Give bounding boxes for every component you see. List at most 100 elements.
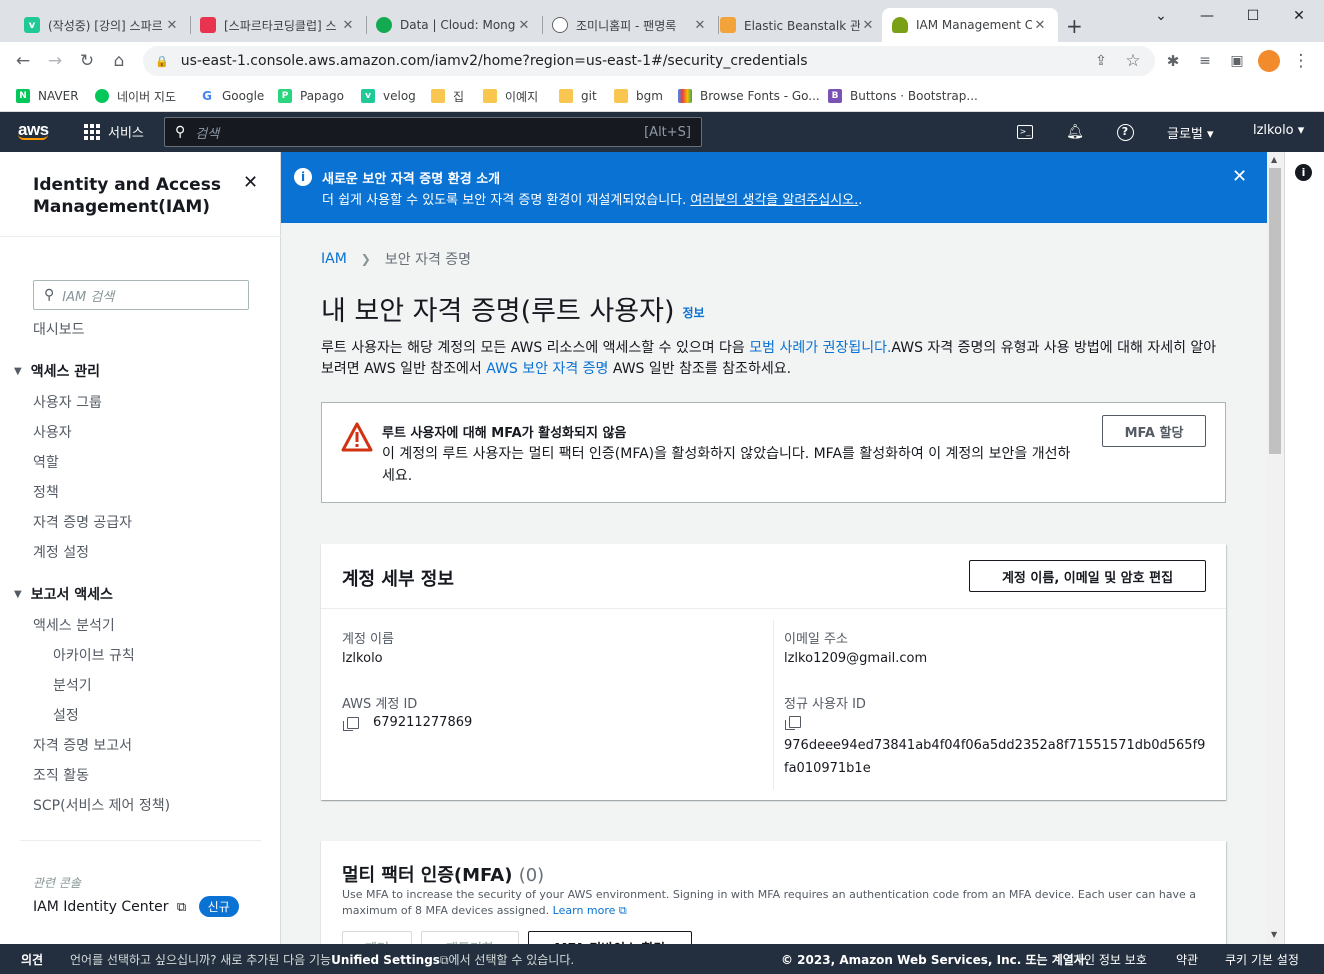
- services-menu-button[interactable]: 서비스: [84, 122, 144, 141]
- region-selector[interactable]: 글로벌 ▾: [1167, 123, 1214, 142]
- cookie-preferences-link[interactable]: 쿠키 기본 설정: [1225, 951, 1299, 968]
- copy-icon[interactable]: [343, 716, 359, 731]
- sidebar-item-user-groups[interactable]: 사용자 그룹: [33, 392, 102, 412]
- bookmark-papago[interactable]: P Papago: [278, 86, 344, 106]
- feedback-link[interactable]: 여러분의 생각을 알려주십시오.: [690, 193, 858, 208]
- security-credentials-link[interactable]: AWS 보안 자격 증명: [486, 361, 608, 377]
- sidebar-item-identity-center[interactable]: IAM Identity Center ⧉ 신규: [33, 896, 239, 917]
- home-icon[interactable]: ⌂: [107, 49, 131, 73]
- sidebar-item-roles[interactable]: 역할: [33, 452, 59, 472]
- dismiss-flash-icon[interactable]: ✕: [1232, 166, 1247, 187]
- forward-icon[interactable]: →: [43, 49, 67, 73]
- media-icon[interactable]: ≡: [1193, 49, 1217, 73]
- side-panel-icon[interactable]: ▣: [1225, 49, 1249, 73]
- help-icon[interactable]: ?: [1115, 122, 1135, 142]
- unified-settings-link[interactable]: Unified Settings: [331, 953, 440, 967]
- bookmark-folder[interactable]: git: [559, 86, 597, 106]
- scroll-up-icon[interactable]: ▲: [1271, 155, 1277, 164]
- edit-account-button[interactable]: 계정 이름, 이메일 및 암호 편집: [969, 560, 1206, 592]
- bookmark-velog[interactable]: v velog: [361, 86, 416, 106]
- info-link[interactable]: 정보: [682, 306, 704, 320]
- best-practices-link[interactable]: 모범 사례가 권장됩니다.: [749, 340, 891, 356]
- info-panel-icon[interactable]: i: [1295, 164, 1312, 181]
- reload-icon[interactable]: ↻: [75, 49, 99, 73]
- search-icon: ⚲: [44, 287, 55, 303]
- browser-tab[interactable]: v (작성중) [강의] 스파르 ✕: [14, 8, 190, 42]
- sidebar-title[interactable]: Identity and Access Management(IAM): [33, 174, 233, 218]
- minimize-icon[interactable]: —: [1184, 0, 1230, 32]
- close-tab-icon[interactable]: ✕: [1032, 18, 1048, 33]
- remove-mfa-button[interactable]: 제거: [342, 931, 412, 944]
- sidebar-item-users[interactable]: 사용자: [33, 422, 72, 442]
- sidebar-section-access-management[interactable]: ▼ 액세스 관리: [14, 361, 100, 381]
- iam-search-input[interactable]: ⚲ IAM 검색: [33, 280, 249, 310]
- extensions-icon[interactable]: ✱: [1161, 49, 1185, 73]
- email-value: lzlko1209@gmail.com: [784, 651, 928, 666]
- bookmark-folder[interactable]: 이예지: [483, 86, 538, 106]
- browser-tab[interactable]: [스파르타코딩클럽] 스 ✕: [190, 8, 366, 42]
- canonical-id-line2: fa010971b1e: [784, 761, 871, 776]
- assign-mfa-button[interactable]: MFA 할당: [1102, 415, 1206, 447]
- close-window-icon[interactable]: ✕: [1276, 0, 1322, 32]
- sidebar-item-analyzer-settings[interactable]: 설정: [53, 705, 79, 725]
- sidebar-item-analyzers[interactable]: 분석기: [53, 675, 92, 695]
- tab-search-icon[interactable]: ⌄: [1138, 0, 1184, 32]
- sidebar-item-scp[interactable]: SCP(서비스 제어 정책): [33, 795, 170, 815]
- close-tab-icon[interactable]: ✕: [340, 18, 356, 33]
- aws-search-input[interactable]: ⚲ 검색 [Alt+S]: [164, 117, 702, 147]
- sidebar-item-account-settings[interactable]: 계정 설정: [33, 542, 89, 562]
- address-bar[interactable]: 🔒 us-east-1.console.aws.amazon.com/iamv2…: [143, 46, 1155, 76]
- bookmark-google[interactable]: G Google: [200, 86, 264, 106]
- feedback-button[interactable]: 의견: [21, 951, 43, 968]
- resync-mfa-button[interactable]: 재동기화: [421, 931, 519, 944]
- browser-tab[interactable]: Data | Cloud: Mongo ✕: [366, 8, 542, 42]
- main-scrollbar[interactable]: ▲ ▼: [1267, 152, 1284, 944]
- sidebar-item-identity-providers[interactable]: 자격 증명 공급자: [33, 512, 132, 532]
- bookmark-google-fonts[interactable]: Browse Fonts - Go...: [678, 86, 820, 106]
- aws-logo[interactable]: aws: [18, 120, 49, 140]
- canonical-copy-button[interactable]: [785, 714, 815, 730]
- cloudshell-icon[interactable]: >_: [1015, 122, 1035, 142]
- sidebar-item-access-analyzer[interactable]: 액세스 분석기: [33, 615, 115, 635]
- close-sidebar-icon[interactable]: ✕: [243, 172, 258, 193]
- browser-tab[interactable]: 조미니홈피 - 팬명록 ✕: [542, 8, 718, 42]
- privacy-link[interactable]: 개인 정보 보호: [1073, 951, 1147, 968]
- close-tab-icon[interactable]: ✕: [164, 18, 180, 33]
- browser-tab[interactable]: Elastic Beanstalk 관리 ✕: [710, 8, 886, 42]
- menu-icon[interactable]: ⋮: [1289, 49, 1313, 73]
- browser-tab-active[interactable]: IAM Management C ✕: [882, 8, 1058, 42]
- learn-more-link[interactable]: Learn more ⧉: [553, 904, 627, 917]
- breadcrumb-iam-link[interactable]: IAM: [321, 251, 347, 267]
- external-link-icon: ⧉: [439, 953, 449, 967]
- close-tab-icon[interactable]: ✕: [860, 18, 876, 33]
- new-tab-icon[interactable]: +: [1066, 14, 1083, 38]
- bookmark-label: Papago: [300, 89, 344, 103]
- share-icon[interactable]: ⇪: [1089, 49, 1113, 73]
- help-panel-rail: i: [1284, 152, 1324, 944]
- terms-link[interactable]: 약관: [1176, 951, 1198, 968]
- sidebar-item-credential-report[interactable]: 자격 증명 보고서: [33, 735, 132, 755]
- scrollbar-thumb[interactable]: [1269, 168, 1281, 454]
- close-tab-icon[interactable]: ✕: [692, 18, 708, 33]
- close-tab-icon[interactable]: ✕: [516, 18, 532, 33]
- sidebar-section-access-reports[interactable]: ▼ 보고서 액세스: [14, 584, 113, 604]
- sidebar-item-archive-rules[interactable]: 아카이브 규칙: [53, 645, 135, 665]
- bookmark-folder[interactable]: 집: [431, 86, 464, 106]
- assign-mfa-device-button[interactable]: MFA 디바이스 할당: [528, 931, 692, 944]
- notifications-bell-icon[interactable]: 🔔︎: [1065, 122, 1085, 142]
- canonical-id-label: 정규 사용자 ID: [784, 697, 866, 712]
- sidebar-item-dashboard[interactable]: 대시보드: [33, 319, 85, 339]
- maximize-icon[interactable]: ☐: [1230, 0, 1276, 32]
- back-icon[interactable]: ←: [11, 49, 35, 73]
- bookmark-naver[interactable]: N NAVER: [16, 86, 79, 106]
- bookmark-folder[interactable]: bgm: [614, 86, 663, 106]
- profile-avatar[interactable]: [1257, 49, 1281, 73]
- bookmark-bootstrap[interactable]: B Buttons · Bootstrap...: [828, 86, 978, 106]
- sidebar-item-organization-activity[interactable]: 조직 활동: [33, 765, 89, 785]
- flash-tail: .: [858, 193, 863, 208]
- account-menu[interactable]: lzlkolo ▾: [1253, 123, 1304, 138]
- bookmark-naver-map[interactable]: 네이버 지도: [95, 86, 176, 106]
- scroll-down-icon[interactable]: ▼: [1271, 930, 1277, 939]
- sidebar-item-policies[interactable]: 정책: [33, 482, 59, 502]
- bookmark-star-icon[interactable]: ☆: [1121, 49, 1145, 73]
